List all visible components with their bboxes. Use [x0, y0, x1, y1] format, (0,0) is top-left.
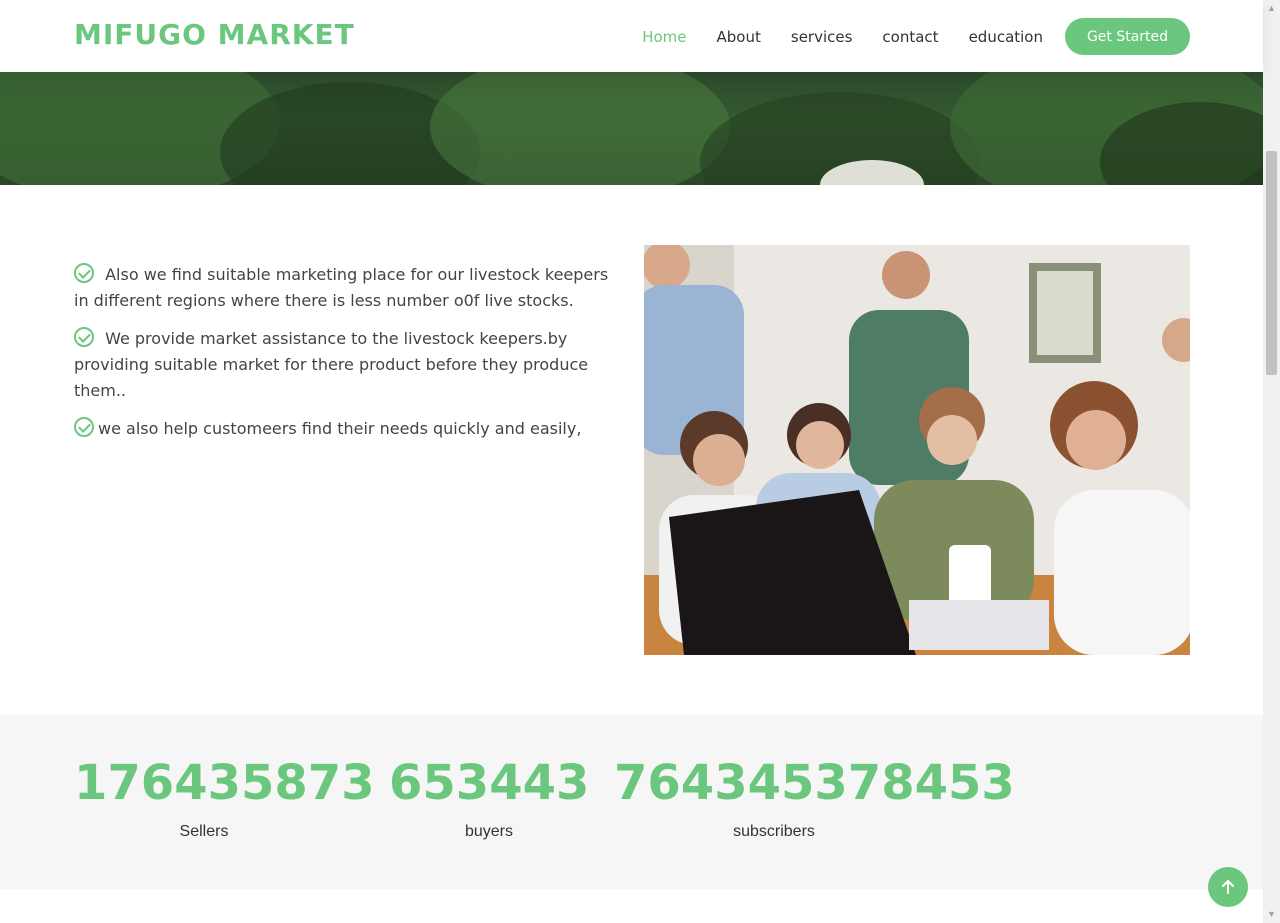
check-circle-icon — [74, 263, 94, 283]
list-item: We provide market assistance to the live… — [74, 326, 614, 404]
count-value: 176435873 — [74, 755, 375, 811]
nav-services[interactable]: services — [791, 28, 853, 46]
hero-background-image — [0, 72, 1263, 185]
count-value: 653443 — [389, 755, 590, 811]
feature-text: We provide market assistance to the live… — [74, 329, 589, 400]
get-started-button[interactable]: Get Started — [1065, 18, 1190, 55]
features-list: Also we find suitable marketing place fo… — [74, 262, 614, 454]
counts-section: 176435873 Sellers 653443 buyers 76434537… — [0, 715, 1263, 889]
main-nav: Home About services contact education Ge… — [612, 18, 1190, 55]
list-item: Also we find suitable marketing place fo… — [74, 262, 614, 314]
arrow-up-icon — [1222, 880, 1234, 894]
scroll-up-arrow-icon[interactable]: ▲ — [1263, 0, 1280, 17]
team-photo-illustration — [644, 245, 1190, 655]
count-subscribers: 764345378453 subscribers — [614, 755, 1015, 841]
count-buyers: 653443 buyers — [389, 755, 589, 841]
check-circle-icon — [74, 327, 94, 347]
site-header: MIFUGO MARKET Home About services contac… — [0, 0, 1263, 72]
count-sellers: 176435873 Sellers — [74, 755, 375, 841]
count-value: 764345378453 — [614, 755, 1015, 811]
nav-home[interactable]: Home — [642, 28, 686, 46]
scroll-down-arrow-icon[interactable]: ▼ — [1263, 906, 1280, 923]
count-label: Sellers — [179, 823, 229, 840]
scrollbar-thumb[interactable] — [1266, 151, 1277, 375]
check-circle-icon — [74, 417, 94, 437]
list-item: we also help customeers find their needs… — [74, 416, 614, 442]
count-label: buyers — [464, 823, 514, 840]
nav-about[interactable]: About — [717, 28, 761, 46]
team-photo — [644, 245, 1190, 655]
feature-text: Also we find suitable marketing place fo… — [74, 265, 609, 310]
nav-contact[interactable]: contact — [882, 28, 938, 46]
nav-education[interactable]: education — [969, 28, 1043, 46]
count-label: subscribers — [733, 823, 815, 840]
page-scrollbar[interactable]: ▲ ▼ — [1263, 0, 1280, 923]
feature-text: we also help customeers find their needs… — [98, 419, 582, 438]
back-to-top-button[interactable] — [1208, 867, 1248, 907]
site-logo[interactable]: MIFUGO MARKET — [74, 18, 355, 51]
